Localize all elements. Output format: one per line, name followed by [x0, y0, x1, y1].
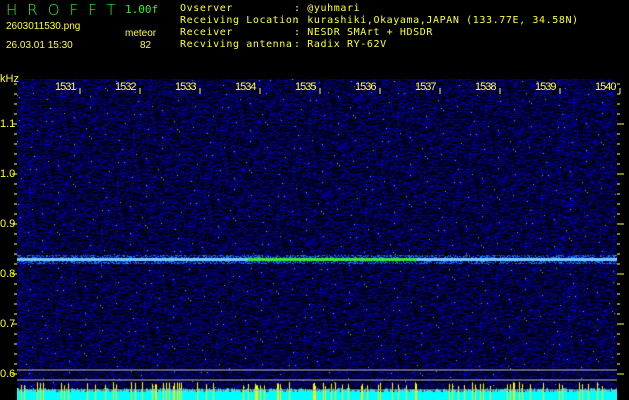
datetime: 26.03.01 15:30 — [6, 40, 73, 51]
x-tick-label: 1537 — [415, 81, 437, 93]
x-tick-label: 1531 — [55, 81, 77, 93]
y-tick-label: 1.1 — [0, 118, 16, 130]
y-tick-label: 1.0 — [0, 168, 16, 180]
filename: 2603011530.png — [6, 21, 81, 32]
x-tick-label: 1532 — [115, 81, 137, 93]
info-label: Recviving antenna — [180, 39, 293, 50]
y-tick-label: 0.7 — [0, 318, 16, 330]
info-value: : kurashiki,Okayama,JAPAN (133.77E, 34.5… — [294, 15, 579, 26]
app-logo: HROFFT — [6, 1, 126, 19]
info-value: : NESDR SMArt + HDSDR — [294, 27, 434, 38]
x-tick-label: 1536 — [355, 81, 377, 93]
event-label: meteor — [125, 28, 157, 39]
x-tick-label: 1540 — [595, 81, 617, 93]
info-value: : Radix RY-62V — [294, 39, 387, 50]
y-axis-label: kHz — [0, 73, 19, 85]
info-label: Receiving Location — [180, 15, 300, 26]
x-tick-label: 1539 — [535, 81, 557, 93]
spectrogram — [17, 79, 617, 400]
info-label: Receiver — [180, 27, 233, 38]
x-tick-label: 1534 — [235, 81, 257, 93]
app-version: 1.00f — [125, 3, 159, 16]
y-tick-label: 0.6 — [0, 368, 16, 380]
event-count: 82 — [140, 40, 152, 51]
info-value: : @yuhmari — [294, 3, 361, 14]
x-tick-label: 1538 — [475, 81, 497, 93]
x-tick-label: 1533 — [175, 81, 197, 93]
x-tick-label: 1535 — [295, 81, 317, 93]
y-tick-label: 0.8 — [0, 268, 16, 280]
y-tick-label: 0.9 — [0, 218, 16, 230]
info-label: Ovserver — [180, 3, 233, 14]
